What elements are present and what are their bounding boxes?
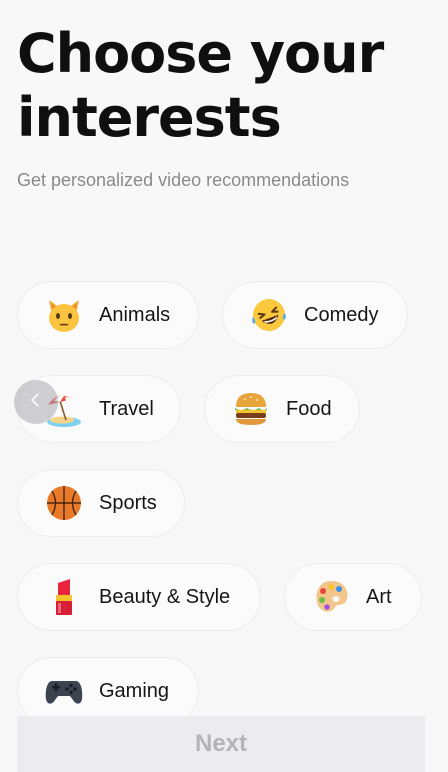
game-controller-icon [44,671,84,711]
interest-label: Beauty & Style [99,585,231,608]
palette-icon [311,577,351,617]
cat-face-icon [44,295,84,335]
interest-chip-food[interactable]: Food [204,375,360,443]
interest-chip-gaming[interactable]: Gaming [17,657,199,725]
interest-label: Comedy [304,303,379,326]
interest-chip-beauty-style[interactable]: Beauty & Style [17,563,261,631]
next-button[interactable]: Next [17,716,425,772]
page-title: Choose your interests [17,22,384,150]
laughing-face-icon [249,295,289,335]
title-line-1: Choose your [17,22,384,85]
interest-label: Art [366,585,392,608]
title-line-2: interests [17,86,282,149]
chevron-left-icon [28,392,44,413]
interest-label: Food [286,397,332,420]
interest-chip-sports[interactable]: Sports [17,469,185,537]
back-button[interactable] [14,380,58,424]
next-button-label: Next [194,730,248,757]
burger-icon [231,389,271,429]
interest-chip-animals[interactable]: Animals [17,281,199,349]
interest-label: Sports [99,491,157,514]
page-subtitle: Get personalized video recommendations [17,170,350,190]
interest-label: Gaming [99,679,170,702]
interest-label: Animals [99,303,171,326]
basketball-icon [44,483,84,523]
interest-chip-comedy[interactable]: Comedy [222,281,408,349]
lipstick-icon [44,577,84,617]
interest-chip-art[interactable]: Art [284,563,422,631]
interest-label: Travel [99,397,154,420]
